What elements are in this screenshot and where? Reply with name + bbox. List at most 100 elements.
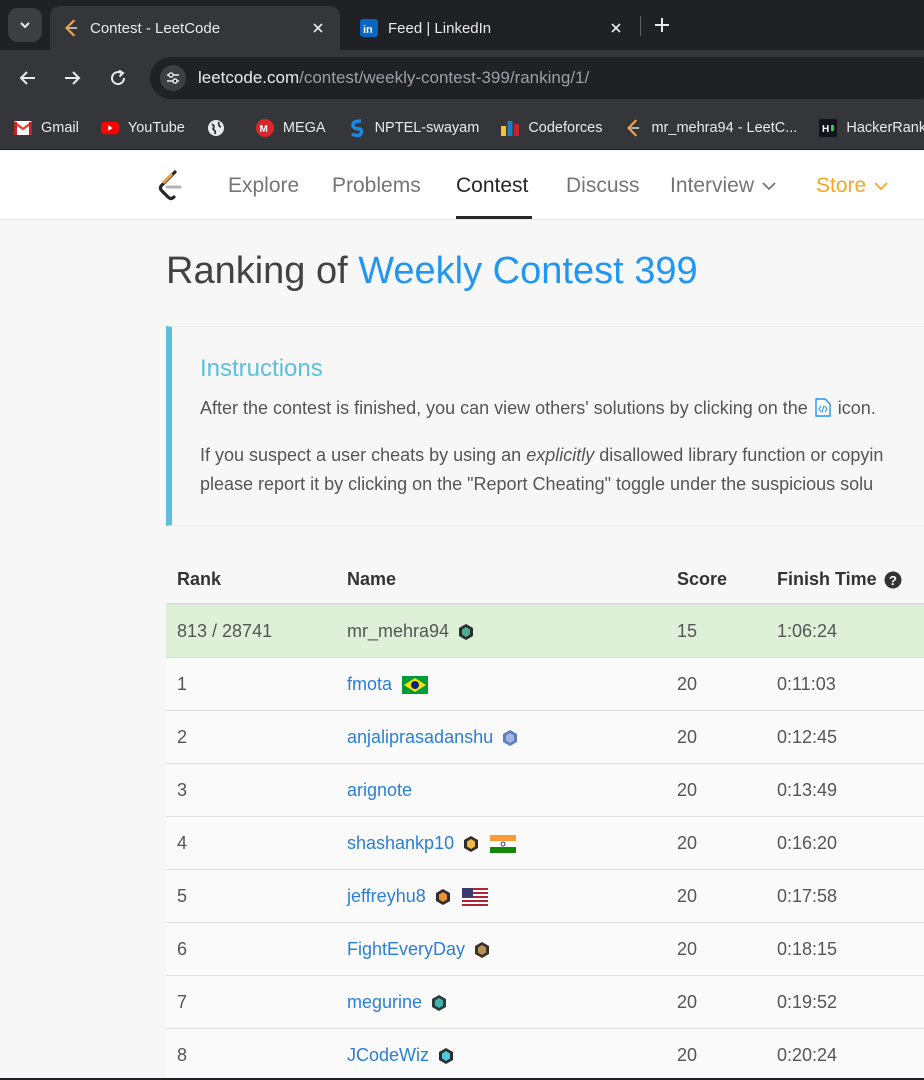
brazil-flag-icon (402, 675, 429, 694)
username-link[interactable]: jeffreyhu8 (347, 886, 426, 907)
usa-flag-icon (461, 887, 488, 906)
help-icon[interactable]: ? (884, 571, 902, 589)
username: mr_mehra94 (347, 621, 450, 641)
browser-toolbar: leetcode.com/contest/weekly-contest-399/… (0, 50, 924, 106)
url-text: leetcode.com/contest/weekly-contest-399/… (198, 68, 590, 87)
username-link[interactable]: FightEveryDay (347, 939, 465, 960)
header-score: Score (677, 569, 728, 589)
rank-cell: 6 (177, 939, 188, 959)
mega-icon: M (255, 118, 274, 137)
finish-time-cell: 0:13:49 (777, 780, 838, 800)
bookmark-globe[interactable] (207, 119, 234, 137)
nptel-icon (348, 118, 366, 137)
youtube-icon (100, 119, 119, 137)
tab-linkedin[interactable]: in Feed | LinkedIn (348, 6, 638, 50)
reload-icon (111, 69, 126, 86)
bookmark-hackerrank[interactable]: H HackerRank-ch (819, 118, 924, 137)
bookmark-youtube[interactable]: YouTube (100, 119, 185, 137)
bookmark-leetcode-profile[interactable]: mr_mehra94 - LeetC... (624, 119, 797, 137)
svg-text:in: in (363, 24, 373, 36)
tab-title: Feed | LinkedIn (388, 19, 492, 37)
tab-search-button[interactable] (8, 8, 42, 42)
forward-button[interactable] (58, 64, 86, 92)
name-cell: JCodeWiz (347, 1045, 455, 1066)
rank-cell: 3 (177, 780, 188, 800)
header-rank: Rank (177, 569, 222, 589)
rank-cell: 5 (177, 886, 188, 906)
bookmark-codeforces[interactable]: Codeforces (501, 119, 602, 137)
instructions-panel: Instructions After the contest is finish… (166, 326, 924, 526)
finish-time-cell: 1:06:24 (777, 621, 838, 641)
rank-cell: 2 (177, 727, 188, 747)
contest-name-link[interactable]: Weekly Contest 399 (358, 250, 697, 292)
score-cell: 15 (677, 621, 698, 641)
new-tab-button[interactable] (648, 11, 676, 39)
name-cell: jeffreyhu8 (347, 886, 488, 907)
finish-time-cell: 0:19:52 (777, 992, 838, 1012)
bookmark-gmail[interactable]: Gmail (14, 119, 79, 137)
nav-contest[interactable]: Contest (456, 151, 528, 220)
nav-discuss[interactable]: Discuss (566, 151, 640, 220)
table-row: 1 fmota 20 0:11:03 (166, 658, 924, 711)
username-link[interactable]: megurine (347, 992, 422, 1013)
instructions-title: Instructions (200, 355, 323, 382)
address-bar[interactable]: leetcode.com/contest/weekly-contest-399/… (150, 57, 924, 99)
name-cell: fmota (347, 674, 429, 695)
rank-cell: 813 / 28741 (177, 621, 273, 641)
chevron-down-icon (20, 22, 30, 29)
tune-icon (167, 72, 179, 84)
nav-store[interactable]: Store (816, 151, 888, 220)
username-link[interactable]: shashankp10 (347, 833, 454, 854)
score-cell: 20 (677, 674, 698, 694)
table-header: Rank Name Score Finish Time ? (166, 553, 924, 605)
globe-icon (207, 119, 225, 137)
leetcode-icon (624, 119, 642, 137)
header-finish-time: Finish Time ? (777, 569, 902, 590)
chevron-down-icon (762, 181, 776, 190)
ranking-table: Rank Name Score Finish Time ? 813 / 2874… (166, 553, 924, 1080)
my-rank-row: 813 / 28741 mr_mehra94 15 1:06:24 (166, 605, 924, 658)
score-cell: 20 (677, 992, 698, 1012)
table-row: 5 jeffreyhu8 20 0:17:58 (166, 870, 924, 923)
reload-button[interactable] (104, 64, 132, 92)
nav-explore[interactable]: Explore (228, 151, 299, 220)
nav-problems[interactable]: Problems (332, 151, 421, 220)
bookmark-mega[interactable]: M MEGA (255, 118, 326, 137)
instructions-paragraph-1: After the contest is finished, you can v… (200, 398, 876, 418)
bookmarks-bar: Gmail YouTube M MEGA NPTEL-swayam Codefo… (0, 106, 924, 150)
table-row: 3 arignote 20 0:13:49 (166, 764, 924, 817)
gmail-icon (14, 119, 32, 137)
instructions-paragraph-2: If you suspect a user cheats by using an… (200, 445, 884, 494)
score-cell: 20 (677, 833, 698, 853)
username-link[interactable]: arignote (347, 780, 412, 801)
rank-cell: 8 (177, 1045, 188, 1065)
table-row: 7 megurine 20 0:19:52 (166, 976, 924, 1029)
leetcode-logo[interactable] (156, 169, 186, 203)
username-link[interactable]: fmota (347, 674, 392, 695)
back-button[interactable] (14, 64, 42, 92)
nav-interview[interactable]: Interview (670, 151, 776, 220)
cyan-badge-icon (439, 1047, 454, 1064)
plus-icon (655, 18, 669, 32)
site-info-button[interactable] (160, 65, 186, 91)
bookmark-nptel[interactable]: NPTEL-swayam (348, 118, 479, 137)
table-row: 8 JCodeWiz 20 0:20:24 (166, 1029, 924, 1080)
tab-leetcode[interactable]: Contest - LeetCode (50, 6, 340, 50)
close-icon[interactable] (606, 18, 626, 38)
finish-time-cell: 0:16:20 (777, 833, 838, 853)
guardian-badge-icon (464, 835, 479, 852)
finish-time-cell: 0:17:58 (777, 886, 838, 906)
finish-time-cell: 0:11:03 (777, 674, 836, 694)
name-cell: FightEveryDay (347, 939, 491, 960)
username-link[interactable]: anjaliprasadanshu (347, 727, 493, 748)
close-icon[interactable] (308, 18, 328, 38)
active-nav-underline (456, 216, 532, 219)
score-cell: 20 (677, 939, 698, 959)
site-navbar: Explore Problems Contest Discuss Intervi… (0, 151, 924, 220)
page-title: Ranking of Weekly Contest 399 (166, 250, 698, 292)
svg-text:M: M (259, 124, 267, 135)
username-link[interactable]: JCodeWiz (347, 1045, 429, 1066)
finish-time-cell: 0:12:45 (777, 727, 838, 747)
blue-badge-icon (503, 729, 518, 746)
score-cell: 20 (677, 886, 698, 906)
